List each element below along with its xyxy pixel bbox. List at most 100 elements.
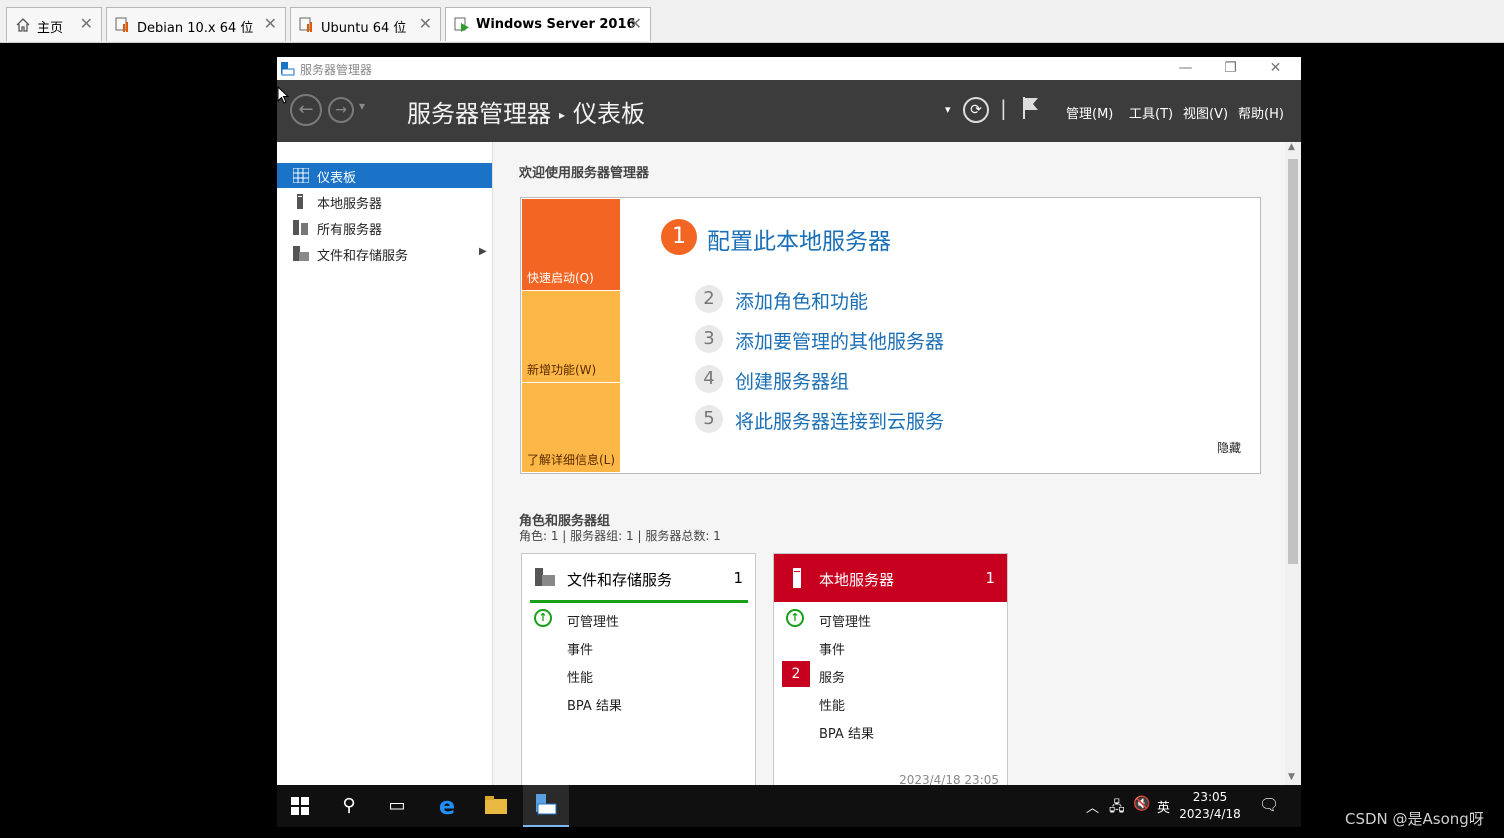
hide-link[interactable]: 隐藏 [1217, 439, 1241, 456]
role-card-file-storage[interactable]: 文件和存储服务 1 ↑ 可管理性 事件 性能 BPA 结果 [521, 553, 756, 785]
step-connect-cloud[interactable]: 将此服务器连接到云服务 [735, 407, 944, 434]
scroll-up-icon[interactable]: ▲ [1288, 142, 1295, 152]
internet-explorer-icon[interactable]: e [424, 785, 470, 827]
breadcrumb-separator-icon: ▸ [559, 108, 566, 122]
ime-indicator[interactable]: 英 [1157, 797, 1170, 816]
sidebar-item-dashboard[interactable]: 仪表板 [277, 163, 492, 188]
minimize-button[interactable]: — [1163, 57, 1208, 80]
vertical-scrollbar[interactable]: ▲ ▼ [1285, 142, 1301, 785]
storage-icon [293, 246, 309, 261]
card-row-manageability[interactable]: 可管理性 [819, 611, 871, 630]
header-bar: ← → ▾ 服务器管理器 ▸ 仪表板 ▾ ⟳ | 管理(M) 工具(T) 视图(V)… [277, 80, 1301, 142]
scroll-down-icon[interactable]: ▼ [1288, 772, 1295, 782]
alert-count-badge: 2 [782, 661, 810, 687]
card-row-bpa[interactable]: BPA 结果 [819, 723, 874, 742]
sidebar-item-all-servers[interactable]: 所有服务器 [277, 215, 492, 240]
breadcrumb-current: 仪表板 [573, 100, 646, 128]
task-view-icon[interactable]: ▭ [374, 785, 420, 827]
server-manager-icon [281, 62, 295, 76]
vm-tab-bar: 主页 ✕ Debian 10.x 64 位 ✕ Ubuntu 64 位 ✕ Wi… [0, 0, 1504, 43]
dropdown-icon[interactable]: ▾ [945, 103, 951, 116]
menu-manage[interactable]: 管理(M) [1066, 103, 1113, 122]
card-row-performance[interactable]: 性能 [819, 695, 845, 714]
tab-debian[interactable]: Debian 10.x 64 位 ✕ [106, 7, 286, 41]
close-icon[interactable]: ✕ [419, 14, 432, 33]
history-dropdown-icon[interactable]: ▾ [359, 99, 365, 113]
card-row-services[interactable]: 服务 [819, 667, 845, 686]
step-configure-local-server[interactable]: 配置此本地服务器 [707, 222, 891, 256]
step-create-group[interactable]: 创建服务器组 [735, 367, 849, 394]
servers-icon [293, 220, 308, 235]
restore-button[interactable]: ❐ [1208, 57, 1253, 80]
close-icon[interactable]: ✕ [80, 14, 93, 33]
menu-tools[interactable]: 工具(T) [1129, 103, 1173, 122]
step-number: 5 [695, 405, 723, 433]
sidebar-item-local-server[interactable]: 本地服务器 [277, 189, 492, 214]
flag-icon[interactable] [1021, 95, 1041, 121]
breadcrumb-root[interactable]: 服务器管理器 [407, 100, 551, 128]
start-button[interactable] [277, 785, 323, 827]
menu-help[interactable]: 帮助(H) [1238, 103, 1284, 122]
close-icon[interactable]: ✕ [629, 14, 642, 33]
csdn-watermark: CSDN @是Asong呀 [1345, 810, 1484, 828]
tray-expand-icon[interactable]: ︿ [1086, 797, 1099, 816]
notification-icon[interactable]: 🗨 [1259, 795, 1279, 814]
card-header[interactable]: 文件和存储服务 1 [522, 554, 755, 603]
card-header[interactable]: 本地服务器 1 [774, 554, 1007, 602]
card-row-bpa[interactable]: BPA 结果 [567, 695, 622, 714]
role-card-local-server[interactable]: 本地服务器 1 ↑ 可管理性 事件 2 服务 性能 BPA 结果 2023/4/… [773, 553, 1008, 785]
card-row-events[interactable]: 事件 [567, 639, 593, 658]
server-icon [793, 568, 801, 588]
card-row-events[interactable]: 事件 [819, 639, 845, 658]
windows-taskbar: ⚲ ▭ e ︿ 🖧 🔇 英 23:05 2023/4/18 🗨 [277, 785, 1301, 827]
forward-button[interactable]: → [328, 97, 354, 123]
ok-arrow-icon: ↑ [534, 609, 552, 627]
server-manager-taskbar-icon[interactable] [523, 785, 569, 827]
card-row-performance[interactable]: 性能 [567, 667, 593, 686]
tab-home[interactable]: 主页 ✕ [6, 7, 102, 41]
clock[interactable]: 23:05 2023/4/18 [1170, 789, 1250, 823]
sidebar-item-file-storage[interactable]: 文件和存储服务 ▶ [277, 241, 492, 266]
step-number: 3 [695, 325, 723, 353]
card-row-manageability[interactable]: 可管理性 [567, 611, 619, 630]
vm-icon [115, 17, 128, 32]
search-icon[interactable]: ⚲ [326, 785, 372, 827]
main-content: 欢迎使用服务器管理器 快速启动(Q) 新增功能(W) 了解详细信息(L) 1 配… [493, 142, 1285, 785]
server-icon [297, 194, 303, 209]
scrollbar-thumb[interactable] [1288, 159, 1298, 564]
step-add-servers[interactable]: 添加要管理的其他服务器 [735, 327, 944, 354]
step-add-roles[interactable]: 添加角色和功能 [735, 287, 868, 314]
tab-ubuntu[interactable]: Ubuntu 64 位 ✕ [290, 7, 441, 41]
mouse-cursor-icon [277, 86, 289, 104]
card-timestamp: 2023/4/18 23:05 [899, 773, 999, 785]
dashboard-icon [293, 168, 309, 183]
close-button[interactable]: ✕ [1253, 57, 1298, 80]
vm-running-icon [454, 17, 469, 32]
vm-icon [299, 17, 312, 32]
window-title: 服务器管理器 [300, 63, 373, 77]
step-number: 2 [695, 285, 723, 313]
welcome-heading: 欢迎使用服务器管理器 [519, 166, 650, 181]
tab-windows-server[interactable]: Windows Server 2016 ✕ [445, 7, 651, 41]
tile-whats-new[interactable]: 新增功能(W) [522, 291, 620, 382]
expand-arrow-icon[interactable]: ▶ [479, 246, 487, 257]
roles-summary: 角色: 1 | 服务器组: 1 | 服务器总数: 1 [519, 529, 721, 543]
divider: | [1000, 96, 1007, 120]
status-bar [530, 600, 748, 603]
file-explorer-icon[interactable] [473, 785, 519, 827]
close-icon[interactable]: ✕ [264, 14, 277, 33]
refresh-icon[interactable]: ⟳ [963, 97, 989, 123]
windows-logo-icon [291, 797, 309, 815]
menu-view[interactable]: 视图(V) [1183, 103, 1228, 122]
storage-icon [535, 568, 555, 586]
network-icon[interactable]: 🖧 [1109, 796, 1125, 820]
sidebar: 仪表板 本地服务器 所有服务器 文件和存储服务 ▶ [277, 142, 493, 785]
tile-quickstart[interactable]: 快速启动(Q) [522, 199, 620, 290]
volume-muted-icon[interactable]: 🔇 [1133, 796, 1150, 812]
step-number: 4 [695, 365, 723, 393]
tile-learn-more[interactable]: 了解详细信息(L) [522, 383, 620, 472]
breadcrumb: 服务器管理器 ▸ 仪表板 [407, 94, 645, 129]
ok-arrow-icon: ↑ [786, 609, 804, 627]
welcome-panel: 快速启动(Q) 新增功能(W) 了解详细信息(L) 1 配置此本地服务器 2 添… [520, 197, 1261, 474]
back-button[interactable]: ← [290, 94, 322, 126]
